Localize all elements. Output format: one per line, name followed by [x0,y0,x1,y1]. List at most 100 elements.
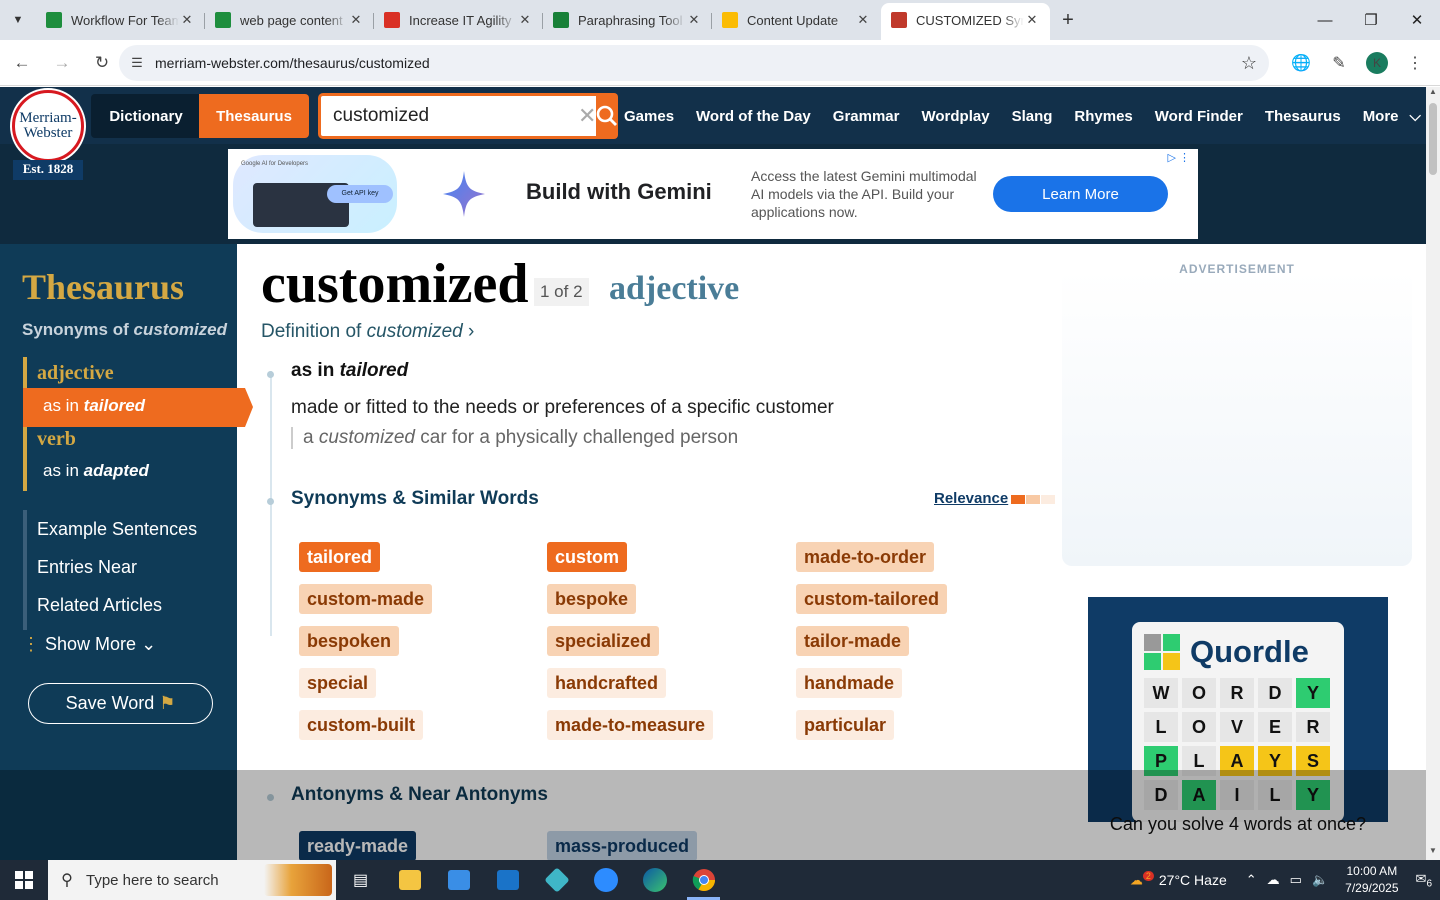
app-icon[interactable] [532,860,581,900]
adchoices-icon[interactable]: ▷ ⋮ [1167,151,1190,164]
browser-menu-icon[interactable]: ⋮ [1396,53,1434,73]
definition-link[interactable]: Definition of customized › [261,321,474,343]
translate-icon[interactable]: 🌐 [1282,53,1320,73]
site-info-icon[interactable]: ☰ [119,55,155,71]
nav-item[interactable]: Thesaurus [1254,108,1352,125]
right-rail: ADVERTISEMENT Quordle WORDYLOVERPLAYSDAI… [1062,244,1426,860]
forward-arrow-icon[interactable]: → [44,45,80,81]
clock[interactable]: 10:00 AM 7/29/2025 [1345,863,1398,897]
nav-item[interactable]: Word of the Day [685,108,822,125]
sidebar-link-related-articles[interactable]: Related Articles [37,595,162,616]
network-icon[interactable]: ▭ [1290,872,1302,888]
tab-search-chevron-icon[interactable]: ▼ [0,0,36,40]
sidebar-show-more[interactable]: ⋮ Show More ⌄ [22,634,156,655]
browser-tab[interactable]: Paraphrasing Tool ✕ [543,3,712,37]
sidebar-sense-tailored[interactable]: as in tailored [43,396,145,416]
chevron-right-icon: › [468,321,475,342]
sidebar-sense-adapted[interactable]: as in adapted [43,461,149,481]
back-arrow-icon[interactable]: ← [4,45,40,81]
zoom-icon[interactable] [581,860,630,900]
sidebar-link-example-sentences[interactable]: Example Sentences [37,519,197,540]
scroll-down-arrow-icon[interactable]: ▼ [1426,846,1440,860]
scroll-up-arrow-icon[interactable]: ▲ [1426,87,1440,101]
windows-start-button[interactable] [0,860,48,900]
browser-tab[interactable]: CUSTOMIZED Syn ✕ [881,3,1050,40]
dictionary-switch-button[interactable]: Dictionary [91,94,201,138]
file-explorer-icon[interactable] [385,860,434,900]
sidebar-pos-verb[interactable]: verb [37,428,76,451]
nav-item[interactable]: Word Finder [1144,108,1254,125]
synonym-chip[interactable]: made-to-order [796,542,935,572]
mail-icon[interactable] [483,860,532,900]
maximize-button[interactable]: ❐ [1348,0,1394,40]
merriam-webster-logo[interactable]: Merriam- Webster [12,90,84,162]
browser-tab[interactable]: Increase IT Agility ✕ [374,3,543,37]
extensions-puzzle-icon[interactable]: ✎ [1320,53,1358,73]
show-hidden-icons-chevron[interactable]: ⌃ [1246,872,1257,888]
page-scrollbar[interactable]: ▲ ▼ [1426,87,1440,860]
nav-item[interactable]: Wordplay [910,108,1000,125]
synonym-chip[interactable]: tailored [299,542,381,572]
browser-tab[interactable]: Content Update ✕ [712,3,881,37]
synonym-chip[interactable]: handcrafted [547,668,667,698]
synonym-chip[interactable]: bespoke [547,584,637,614]
ad-learn-more-button[interactable]: Learn More [993,176,1168,212]
close-tab-icon[interactable]: ✕ [179,12,195,28]
synonym-chip[interactable]: custom [547,542,628,572]
synonym-chip[interactable]: special [299,668,377,698]
nav-item[interactable]: Rhymes [1063,108,1143,125]
synonym-chip[interactable]: custom-tailored [796,584,948,614]
sidebar-pos-adjective[interactable]: adjective [37,362,114,385]
close-tab-icon[interactable]: ✕ [517,12,533,28]
clear-search-icon[interactable]: ✕ [578,103,596,129]
task-view-icon[interactable]: ▤ [336,860,385,900]
synonym-chip[interactable]: handmade [796,668,903,698]
close-tab-icon[interactable]: ✕ [348,12,364,28]
synonym-chip[interactable]: specialized [547,626,660,656]
search-input[interactable] [321,97,578,135]
bookmark-star-icon[interactable]: ☆ [1229,53,1269,74]
close-tab-icon[interactable]: ✕ [855,12,871,28]
synonym-chip[interactable]: custom-built [299,710,423,740]
taskbar-search-box[interactable]: ⚲ Type here to search [48,860,336,900]
close-window-button[interactable]: ✕ [1394,0,1440,40]
thesaurus-switch-button[interactable]: Thesaurus [199,94,309,138]
chevron-down-icon: ⌵ [1409,107,1421,125]
close-tab-icon[interactable]: ✕ [1024,12,1040,28]
weather-icon[interactable]: ☁ 2 [1130,871,1154,888]
microsoft-store-icon[interactable] [434,860,483,900]
nav-item[interactable]: Slang [1001,108,1064,125]
scrollbar-thumb[interactable] [1429,103,1437,175]
synonym-chip[interactable]: made-to-measure [547,710,714,740]
synonym-chip[interactable]: bespoken [299,626,400,656]
browser-tab[interactable]: web page content ✕ [205,3,374,37]
nav-item[interactable]: Games [613,108,685,125]
quordle-cell: R [1220,678,1254,708]
sidebar-link-entries-near[interactable]: Entries Near [37,557,137,578]
synonym-chip[interactable]: particular [796,710,895,740]
gemini-ad-banner[interactable]: Google AI for Developers Get API key Bui… [228,149,1198,239]
minimize-button[interactable]: — [1302,0,1348,40]
synonym-chip[interactable]: custom-made [299,584,433,614]
profile-avatar[interactable]: K [1366,52,1388,74]
nav-item[interactable]: More [1352,108,1410,125]
weather-text[interactable]: 27°C Haze [1159,872,1227,888]
browser-tab[interactable]: Workflow For Team ✕ [36,3,205,37]
synonym-chip[interactable]: tailor-made [796,626,910,656]
reload-icon[interactable]: ↻ [84,45,120,81]
notification-icon[interactable]: ✉6 [1416,871,1432,890]
chrome-icon[interactable] [679,860,728,900]
close-tab-icon[interactable]: ✕ [686,12,702,28]
relevance-sort-link[interactable]: Relevance [934,490,1008,507]
edge-icon[interactable] [630,860,679,900]
tab-title: Paraphrasing Tool [578,12,683,28]
onedrive-icon[interactable]: ☁ [1267,872,1280,888]
save-word-button[interactable]: Save Word ⚑ [28,683,213,724]
nav-item[interactable]: Grammar [822,108,911,125]
part-of-speech[interactable]: adjective [609,270,739,308]
synonyms-heading: Synonyms & Similar Words [291,488,539,509]
est-badge: Est. 1828 [13,160,83,180]
new-tab-button[interactable]: + [1050,0,1086,40]
omnibox[interactable]: ☰ merriam-webster.com/thesaurus/customiz… [119,45,1269,81]
volume-icon[interactable]: 🔈 [1312,872,1328,888]
